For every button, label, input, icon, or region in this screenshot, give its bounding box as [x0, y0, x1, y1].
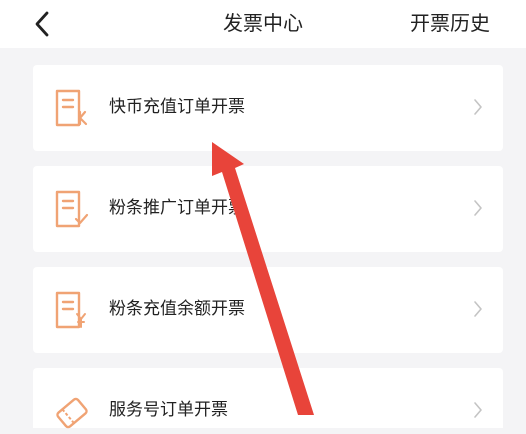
menu-item-label: 服务号订单开票 [109, 400, 228, 420]
service-ticket-icon [56, 397, 88, 429]
menu-item-label: 粉条充值余额开票 [109, 299, 245, 319]
menu-item-service-account-invoice[interactable]: 服务号订单开票 [33, 368, 503, 429]
menu-item-fentiao-promotion-invoice[interactable]: 粉条推广订单开票 [33, 166, 503, 252]
receipt-check-icon [55, 190, 89, 228]
menu-item-label: 快币充值订单开票 [109, 97, 245, 117]
menu-item-label: 粉条推广订单开票 [109, 198, 245, 218]
chevron-right-icon [474, 99, 482, 115]
chevron-right-icon [474, 301, 482, 317]
invoice-history-link[interactable]: 开票历史 [410, 10, 490, 36]
receipt-k-icon [55, 89, 88, 127]
menu-item-kuaibi-recharge-invoice[interactable]: 快币充值订单开票 [33, 65, 503, 151]
chevron-right-icon [474, 200, 482, 216]
chevron-right-icon [474, 402, 482, 418]
top-bar: 发票中心 开票历史 [0, 0, 526, 48]
receipt-yen-icon [55, 291, 86, 329]
menu-item-fentiao-balance-invoice[interactable]: 粉条充值余额开票 [33, 267, 503, 353]
